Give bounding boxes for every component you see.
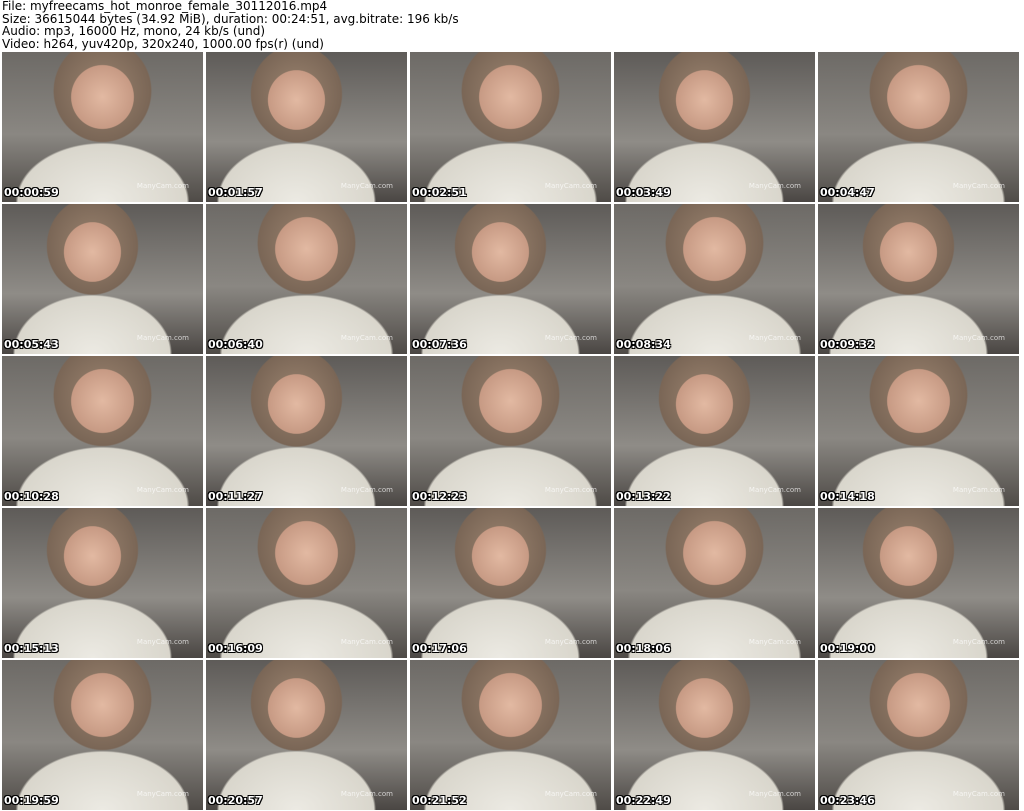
audio-info: Audio: mp3, 16000 Hz, mono, 24 kb/s (und… (2, 24, 266, 38)
watermark: ManyCam.com (952, 334, 1005, 342)
timestamp: 00:11:27 (208, 490, 263, 503)
video-thumbnail: ManyCam.com 00:20:57 (206, 660, 407, 810)
timestamp: 00:18:06 (616, 642, 671, 655)
watermark: ManyCam.com (952, 182, 1005, 190)
timestamp: 00:17:06 (412, 642, 467, 655)
watermark: ManyCam.com (544, 790, 597, 798)
video-thumbnail: ManyCam.com 00:07:36 (410, 204, 611, 354)
thumbnail-grid: ManyCam.com 00:00:59 ManyCam.com 00:01:57 Ma… (2, 52, 1019, 810)
watermark: ManyCam.com (544, 638, 597, 646)
watermark: ManyCam.com (136, 790, 189, 798)
video-thumbnail: ManyCam.com 00:10:28 (2, 356, 203, 506)
watermark: ManyCam.com (748, 334, 801, 342)
watermark: ManyCam.com (340, 334, 393, 342)
watermark: ManyCam.com (340, 638, 393, 646)
timestamp: 00:03:49 (616, 186, 671, 199)
watermark: ManyCam.com (544, 182, 597, 190)
timestamp: 00:05:43 (4, 338, 59, 351)
watermark: ManyCam.com (952, 638, 1005, 646)
video-thumbnail: ManyCam.com 00:18:06 (614, 508, 815, 658)
file-info-header: File: myfreecams_hot_monroe_female_30112… (2, 0, 459, 50)
timestamp: 00:01:57 (208, 186, 263, 199)
timestamp: 00:22:49 (616, 794, 671, 807)
video-thumbnail: ManyCam.com 00:22:49 (614, 660, 815, 810)
watermark: ManyCam.com (340, 182, 393, 190)
video-thumbnail: ManyCam.com 00:09:32 (818, 204, 1019, 354)
video-thumbnail: ManyCam.com 00:01:57 (206, 52, 407, 202)
video-thumbnail: ManyCam.com 00:14:18 (818, 356, 1019, 506)
timestamp: 00:12:23 (412, 490, 467, 503)
watermark: ManyCam.com (748, 182, 801, 190)
video-thumbnail: ManyCam.com 00:13:22 (614, 356, 815, 506)
watermark: ManyCam.com (136, 638, 189, 646)
video-thumbnail: ManyCam.com 00:04:47 (818, 52, 1019, 202)
video-thumbnail: ManyCam.com 00:23:46 (818, 660, 1019, 810)
watermark: ManyCam.com (544, 486, 597, 494)
video-thumbnail: ManyCam.com 00:00:59 (2, 52, 203, 202)
timestamp: 00:16:09 (208, 642, 263, 655)
video-thumbnail: ManyCam.com 00:06:40 (206, 204, 407, 354)
timestamp: 00:00:59 (4, 186, 59, 199)
file-name: File: myfreecams_hot_monroe_female_30112… (2, 0, 328, 13)
video-thumbnail: ManyCam.com 00:11:27 (206, 356, 407, 506)
watermark: ManyCam.com (544, 334, 597, 342)
video-thumbnail: ManyCam.com 00:03:49 (614, 52, 815, 202)
timestamp: 00:19:59 (4, 794, 59, 807)
watermark: ManyCam.com (952, 790, 1005, 798)
timestamp: 00:13:22 (616, 490, 671, 503)
video-thumbnail: ManyCam.com 00:15:13 (2, 508, 203, 658)
watermark: ManyCam.com (748, 638, 801, 646)
video-thumbnail: ManyCam.com 00:21:52 (410, 660, 611, 810)
timestamp: 00:19:00 (820, 642, 875, 655)
video-thumbnail: ManyCam.com 00:12:23 (410, 356, 611, 506)
timestamp: 00:14:18 (820, 490, 875, 503)
watermark: ManyCam.com (748, 486, 801, 494)
watermark: ManyCam.com (340, 486, 393, 494)
video-thumbnail: ManyCam.com 00:02:51 (410, 52, 611, 202)
watermark: ManyCam.com (748, 790, 801, 798)
timestamp: 00:07:36 (412, 338, 467, 351)
timestamp: 00:09:32 (820, 338, 875, 351)
timestamp: 00:10:28 (4, 490, 59, 503)
video-thumbnail: ManyCam.com 00:19:59 (2, 660, 203, 810)
timestamp: 00:23:46 (820, 794, 875, 807)
video-thumbnail: ManyCam.com 00:17:06 (410, 508, 611, 658)
watermark: ManyCam.com (136, 334, 189, 342)
video-thumbnail: ManyCam.com 00:19:00 (818, 508, 1019, 658)
watermark: ManyCam.com (340, 790, 393, 798)
timestamp: 00:06:40 (208, 338, 263, 351)
timestamp: 00:08:34 (616, 338, 671, 351)
video-thumbnail: ManyCam.com 00:05:43 (2, 204, 203, 354)
video-thumbnail: ManyCam.com 00:08:34 (614, 204, 815, 354)
video-thumbnail: ManyCam.com 00:16:09 (206, 508, 407, 658)
watermark: ManyCam.com (952, 486, 1005, 494)
timestamp: 00:15:13 (4, 642, 59, 655)
timestamp: 00:21:52 (412, 794, 467, 807)
timestamp: 00:20:57 (208, 794, 263, 807)
timestamp: 00:02:51 (412, 186, 467, 199)
timestamp: 00:04:47 (820, 186, 875, 199)
watermark: ManyCam.com (136, 182, 189, 190)
watermark: ManyCam.com (136, 486, 189, 494)
video-info: Video: h264, yuv420p, 320x240, 1000.00 f… (2, 36, 324, 51)
